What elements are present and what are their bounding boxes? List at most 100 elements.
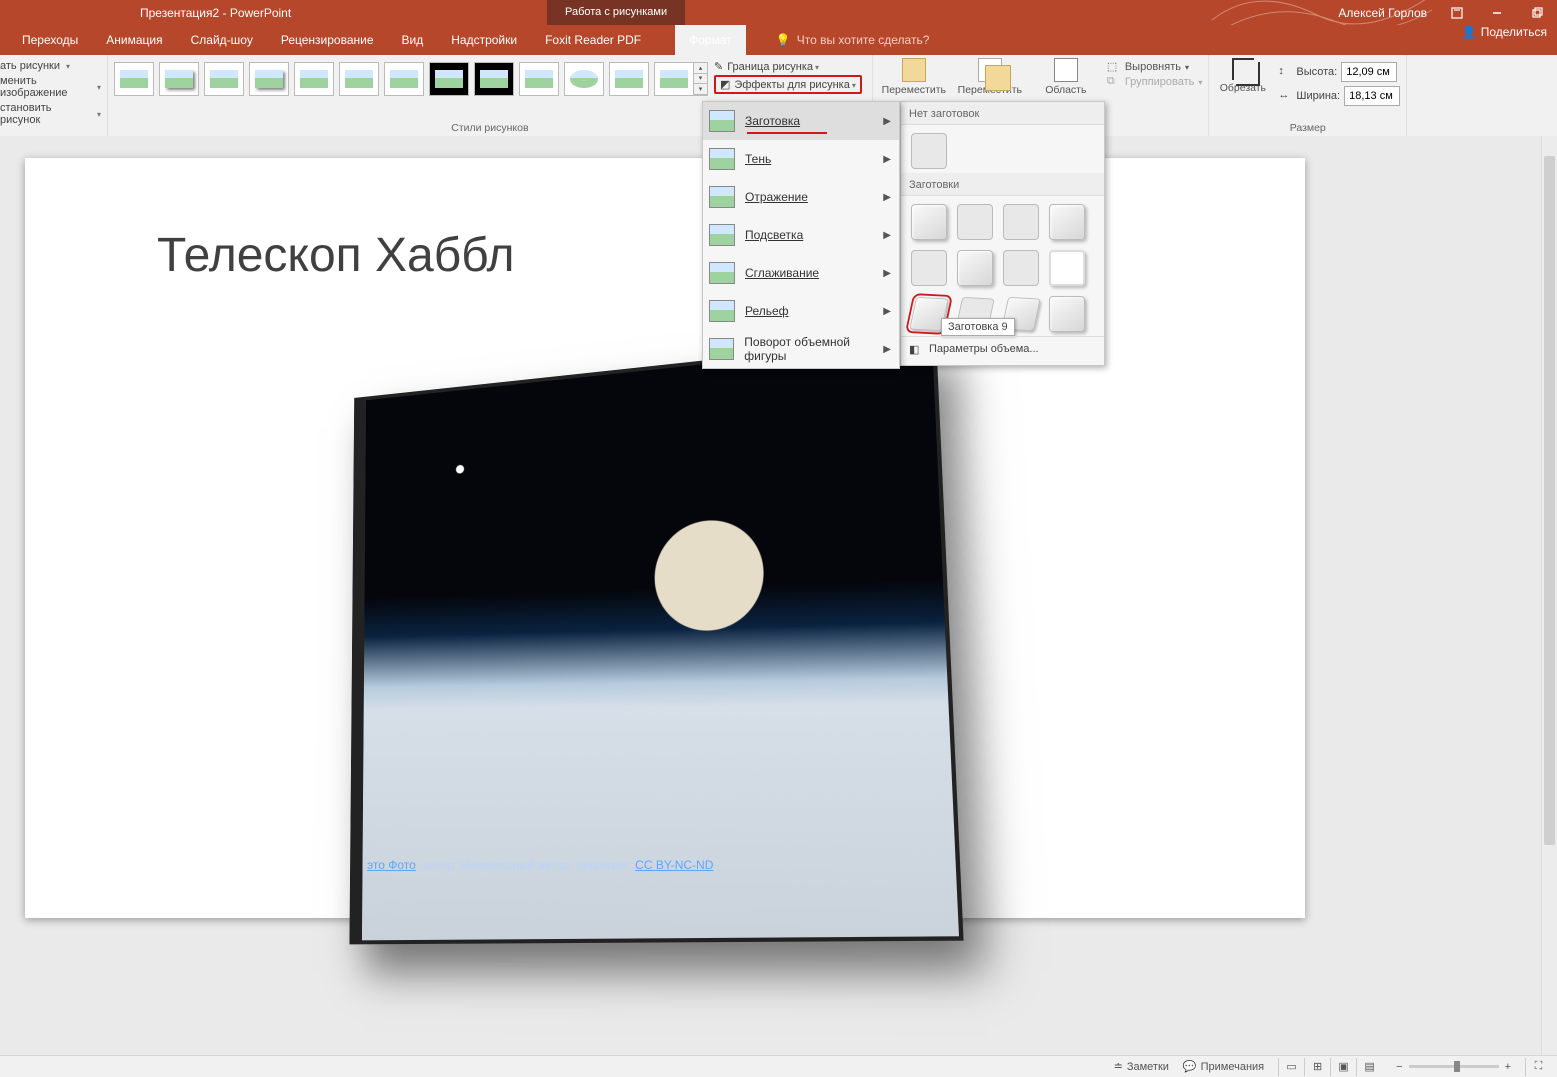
picture-style-gallery[interactable] (114, 58, 694, 98)
tab-transitions[interactable]: Переходы (8, 25, 92, 55)
preset-12[interactable] (1049, 296, 1085, 332)
tab-foxit[interactable]: Foxit Reader PDF (531, 25, 655, 55)
remove-background-button[interactable]: ать рисунки (0, 60, 101, 72)
fx-glow[interactable]: Подсветка ▶ (703, 216, 899, 254)
caption-photo-link[interactable]: это Фото (367, 858, 416, 872)
hubble-image (349, 336, 963, 945)
style-gallery-dropdown[interactable]: ▴▾▾ (694, 62, 708, 96)
share-button[interactable]: 👤 Поделиться (1462, 25, 1547, 39)
tab-addins[interactable]: Надстройки (437, 25, 531, 55)
height-field-row: ↕ Высота: (1278, 62, 1400, 82)
style-thumb-1[interactable] (114, 62, 154, 96)
align-button[interactable]: ⬚Выровнять▾ (1107, 60, 1203, 74)
zoom-handle[interactable] (1454, 1061, 1460, 1072)
style-thumb-7[interactable] (384, 62, 424, 96)
tell-me-search[interactable]: 💡 Что вы хотите сделать? (776, 25, 930, 55)
lightbulb-icon: 💡 (776, 33, 791, 47)
vertical-scrollbar[interactable] (1541, 136, 1557, 1055)
width-icon: ↔ (1278, 89, 1292, 103)
user-name[interactable]: Алексей Горлов (1338, 6, 1427, 20)
restore-button[interactable] (1517, 0, 1557, 25)
reading-view-button[interactable]: ▣ (1330, 1058, 1356, 1076)
ribbon-display-options-icon[interactable] (1437, 0, 1477, 25)
preset-7[interactable] (1003, 250, 1039, 286)
preset-4[interactable] (1049, 204, 1085, 240)
comments-icon: 💬 (1183, 1060, 1197, 1073)
zoom-slider[interactable] (1409, 1065, 1499, 1068)
zoom-control[interactable]: − + (1396, 1061, 1511, 1073)
notes-button[interactable]: ≐Заметки (1114, 1060, 1169, 1073)
zoom-in-button[interactable]: + (1505, 1061, 1511, 1073)
preset-1[interactable] (911, 204, 947, 240)
width-input[interactable] (1344, 86, 1400, 106)
change-picture-button[interactable]: менить изображение (0, 75, 101, 99)
style-thumb-13[interactable] (654, 62, 694, 96)
group-button[interactable]: ⧉Группировать▾ (1107, 75, 1203, 89)
contextual-tab-label: Работа с рисунками (547, 0, 685, 25)
reflection-icon (709, 186, 735, 208)
group-adjust: ать рисунки менить изображение становить… (0, 55, 108, 136)
slide[interactable]: Телескоп Хаббл это Фото, автор: Неизвест… (25, 158, 1305, 918)
picture-border-button[interactable]: ✎ Граница рисунка (714, 60, 862, 73)
crop-icon (1232, 58, 1254, 80)
chevron-right-icon: ▶ (883, 268, 891, 279)
reset-picture-button[interactable]: становить рисунок (0, 102, 101, 126)
style-thumb-5[interactable] (294, 62, 334, 96)
style-thumb-9[interactable] (474, 62, 514, 96)
preset-3[interactable] (1003, 204, 1039, 240)
fit-to-window-button[interactable]: ⛶ (1525, 1058, 1551, 1076)
send-backward-button[interactable]: Переместить (955, 58, 1025, 96)
slide-picture[interactable] (325, 358, 945, 938)
comments-button[interactable]: 💬Примечания (1183, 1060, 1264, 1073)
fx-3d-rotation[interactable]: Поворот объемной фигуры ▶ (703, 330, 899, 368)
preset-8[interactable] (1049, 250, 1085, 286)
tab-slideshow[interactable]: Слайд-шоу (177, 25, 267, 55)
fx-reflection[interactable]: Отражение ▶ (703, 178, 899, 216)
crop-button[interactable]: Обрезать (1215, 58, 1270, 106)
notes-icon: ≐ (1114, 1060, 1123, 1073)
status-bar: ≐Заметки 💬Примечания ▭ ⊞ ▣ ▤ − + ⛶ (0, 1055, 1557, 1077)
fx-shadow[interactable]: Тень ▶ (703, 140, 899, 178)
chevron-right-icon: ▶ (883, 116, 891, 127)
preset-flyout: Нет заготовок Заготовки Заготовка 9 ◧ Па… (900, 101, 1105, 366)
style-thumb-2[interactable] (159, 62, 199, 96)
style-thumb-3[interactable] (204, 62, 244, 96)
align-icon: ⬚ (1107, 60, 1121, 74)
fx-preset[interactable]: Заготовка ▶ (703, 102, 899, 140)
style-thumb-8[interactable] (429, 62, 469, 96)
normal-view-button[interactable]: ▭ (1278, 1058, 1304, 1076)
style-thumb-4[interactable] (249, 62, 289, 96)
ribbon-tabs: Переходы Анимация Слайд-шоу Рецензирован… (0, 25, 1557, 55)
zoom-out-button[interactable]: − (1396, 1061, 1402, 1073)
tab-animation[interactable]: Анимация (92, 25, 176, 55)
preset-none-heading: Нет заготовок (901, 102, 1104, 125)
document-title: Презентация2 - PowerPoint (140, 6, 291, 20)
sorter-view-button[interactable]: ⊞ (1304, 1058, 1330, 1076)
caption-license-link[interactable]: CC BY-NC-ND (635, 858, 713, 872)
height-input[interactable] (1341, 62, 1397, 82)
bring-forward-button[interactable]: Переместить (879, 58, 949, 96)
slide-title[interactable]: Телескоп Хаббл (157, 228, 515, 283)
preset-none[interactable] (911, 133, 947, 169)
style-thumb-11[interactable] (564, 62, 604, 96)
preset-6[interactable] (957, 250, 993, 286)
slideshow-view-button[interactable]: ▤ (1356, 1058, 1382, 1076)
slide-caption[interactable]: это Фото, автор: Неизвестный автор, лице… (367, 858, 713, 872)
style-thumb-10[interactable] (519, 62, 559, 96)
tab-format[interactable]: Формат (675, 25, 746, 55)
preset-2[interactable] (957, 204, 993, 240)
tab-review[interactable]: Рецензирование (267, 25, 388, 55)
minimize-button[interactable] (1477, 0, 1517, 25)
chevron-right-icon: ▶ (883, 192, 891, 203)
picture-effects-button[interactable]: ◩ Эффекты для рисунка (714, 75, 862, 94)
fx-soft-edges[interactable]: Сглаживание ▶ (703, 254, 899, 292)
scrollbar-thumb[interactable] (1544, 156, 1555, 845)
selection-pane-button[interactable]: Область (1031, 58, 1101, 96)
preset-5[interactable] (911, 250, 947, 286)
fx-bevel[interactable]: Рельеф ▶ (703, 292, 899, 330)
3d-format-options[interactable]: ◧ Параметры объема... (901, 336, 1104, 361)
style-thumb-6[interactable] (339, 62, 379, 96)
style-thumb-12[interactable] (609, 62, 649, 96)
chevron-right-icon: ▶ (883, 306, 891, 317)
tab-view[interactable]: Вид (388, 25, 438, 55)
